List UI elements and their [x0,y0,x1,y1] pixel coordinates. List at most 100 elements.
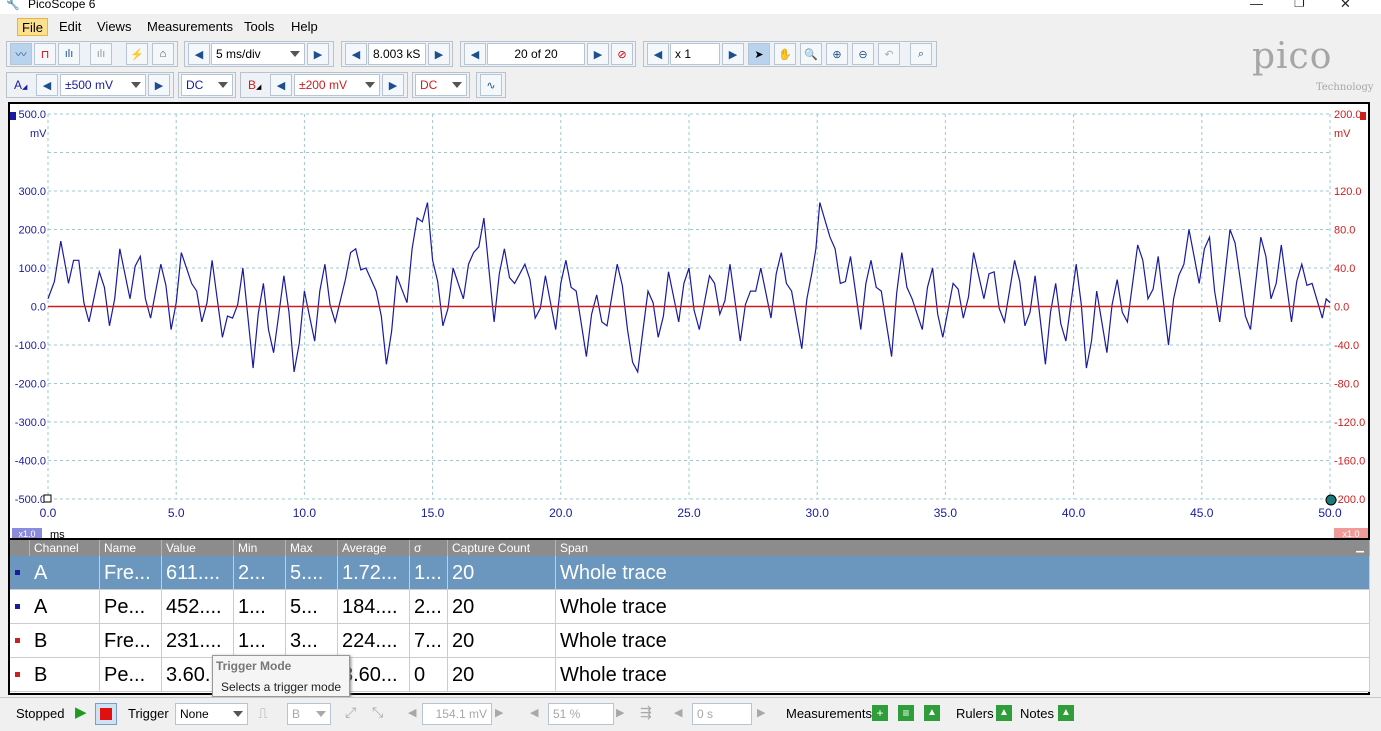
table-row[interactable]: B Fre... 231.... 1... 3... 224.... 7... 20 Whole… [10,624,1370,658]
auto-setup-icon[interactable]: ⚡ [126,43,148,65]
zoom-decrease-icon[interactable]: ◀ [647,43,669,65]
channel-a-range-increase-icon[interactable]: ▶ [148,74,170,96]
delay-decrease-icon[interactable]: ◀ [674,706,682,719]
persistence-mode-icon[interactable]: ⊓ [34,43,56,65]
table-header-cell[interactable]: Channel [30,540,100,556]
spectrum-alt-icon[interactable]: ılı [90,43,112,65]
pretrigger-increase-icon[interactable]: ▶ [616,706,624,719]
delete-measurement-icon[interactable]: ▲ [924,705,940,721]
channel-a-coupling-toolbar: DC [178,72,236,98]
pretrigger-decrease-icon[interactable]: ◀ [530,706,538,719]
collapse-icon[interactable]: ▁ [1356,542,1364,553]
trigger-source-select[interactable]: B [287,703,331,725]
math-channels-icon[interactable]: ∿ [480,74,502,96]
channel-a-coupling-select[interactable]: DC [181,74,233,96]
channel-a-range-decrease-icon[interactable]: ◀ [36,74,58,96]
zoom-out-icon[interactable]: ⊖ [852,43,874,65]
trigger-falling-icon[interactable]: ⤡ [372,704,383,721]
right-axis-label: 80.0 [1334,225,1355,237]
timebase-select[interactable]: 5 ms/div [211,43,305,65]
channel-b-range-select[interactable]: ±200 mV [294,74,380,96]
threshold-field[interactable]: 154.1 mV [422,703,492,725]
buffer-field[interactable]: 20 of 20 [487,43,585,65]
buffer-toolbar: ◀ 20 of 20 ▶ ⊘ [460,41,636,67]
pointer-tool-icon[interactable]: ➤ [748,43,770,65]
start-icon[interactable]: ▶ [75,703,87,721]
left-axis-label: -300.0 [15,417,46,429]
samples-decrease-icon[interactable]: ◀ [345,43,367,65]
delay-increase-icon[interactable]: ▶ [757,706,765,719]
table-row[interactable]: A Pe... 452.... 1... 5... 184.... 2... 20 Whole … [10,590,1370,624]
zoom-increase-icon[interactable]: ▶ [722,43,744,65]
samples-field[interactable]: 8.003 kS [368,43,426,65]
channel-a-button[interactable]: A◢ [10,74,34,96]
edit-measurement-icon[interactable]: ≡ [898,705,914,721]
table-cell-value: 452.... [162,590,234,624]
close-icon[interactable]: ✕ [1340,0,1351,12]
logo-brand: pico [1252,36,1333,77]
table-header-cell[interactable]: Capture Count [448,540,556,556]
channel-a-range-select[interactable]: ±500 mV [60,74,146,96]
table-cell-name: Fre... [100,556,162,590]
menu-measurements[interactable]: Measurements [143,18,237,36]
home-icon[interactable]: ⌂ [152,43,174,65]
notes-label: Notes [1020,706,1054,721]
menu-tools[interactable]: Tools [240,18,278,36]
channel-b-button[interactable]: B◢ [244,74,268,96]
timebase-toolbar: ◀ 5 ms/div ▶ [184,41,334,67]
trigger-edge-icon[interactable]: ⎍ [258,705,268,722]
scope-view[interactable]: 500.0 300.0 200.0 100.0 0.0 -100.0 -200.0 -300.… [8,102,1370,540]
right-axis-label: -40.0 [1334,340,1359,352]
threshold-increase-icon[interactable]: ▶ [495,706,503,719]
threshold-decrease-icon[interactable]: ◀ [408,706,416,719]
left-axis-unit: mV [30,128,47,140]
stop-button[interactable] [95,703,117,725]
table-header-cell[interactable]: Name [100,540,162,556]
table-cell-value: 231.... [162,624,234,658]
table-header-cell[interactable]: Average [338,540,410,556]
spectrum-mode-icon[interactable]: ılı [58,43,80,65]
hand-tool-icon[interactable]: ✋ [774,43,796,65]
menu-edit[interactable]: Edit [55,18,85,36]
zoom-area-icon[interactable]: 🔍 [800,43,822,65]
samples-increase-icon[interactable]: ▶ [428,43,450,65]
table-row[interactable]: A Fre... 611.... 2... 5.... 1.72... 1... 20 Whol… [10,556,1370,590]
channel-b-range-decrease-icon[interactable]: ◀ [270,74,292,96]
left-axis-label: 500.0 [18,109,46,121]
undo-zoom-icon[interactable]: ↶ [878,43,900,65]
rulers-icon[interactable]: ▲ [996,705,1012,721]
table-header-cell[interactable]: σ [410,540,448,556]
menu-views[interactable]: Views [93,18,135,36]
menu-file[interactable]: File [17,18,48,36]
trigger-rising-icon[interactable]: ⤢ [345,704,356,721]
delay-field[interactable]: 0 s [692,703,752,725]
table-header-cell[interactable]: Span [556,540,1370,556]
trigger-mode-select[interactable]: None [175,703,248,725]
menu-help[interactable]: Help [287,18,322,36]
left-axis-label: -200.0 [15,379,46,391]
buffer-next-icon[interactable]: ▶ [587,43,609,65]
notes-icon[interactable]: ▲ [1058,705,1074,721]
channel-b-range-increase-icon[interactable]: ▶ [382,74,404,96]
zoom-in-icon[interactable]: ⊕ [826,43,848,65]
pretrigger-field[interactable]: 51 % [548,703,614,725]
table-header-cell[interactable]: Value [162,540,234,556]
table-header-cell[interactable]: Max [286,540,338,556]
add-measurement-icon[interactable]: + [872,705,888,721]
buffer-navigator-icon[interactable]: ⊘ [611,43,633,65]
channel-b-coupling-select[interactable]: DC [415,74,467,96]
timebase-decrease-icon[interactable]: ◀ [188,43,210,65]
channel-color-icon [15,604,20,609]
buffer-prev-icon[interactable]: ◀ [464,43,486,65]
zoom-field[interactable]: x 1 [670,43,720,65]
table-header-cell[interactable]: Min [234,540,286,556]
timebase-increase-icon[interactable]: ▶ [307,43,329,65]
right-axis-label: 200.0 [1334,109,1362,121]
scope-mode-icon[interactable]: 〰 [10,43,32,65]
scope-graph[interactable]: 500.0 300.0 200.0 100.0 0.0 -100.0 -200.0 -300.… [10,104,1368,538]
zoom-fit-icon[interactable]: ⌕ [910,43,932,65]
x-axis-label: 50.0 [1318,506,1342,520]
maximize-icon[interactable]: ❐ [1294,0,1305,10]
trigger-advanced-icon[interactable]: ⇶ [640,704,652,721]
minimize-icon[interactable]: — [1250,0,1263,11]
